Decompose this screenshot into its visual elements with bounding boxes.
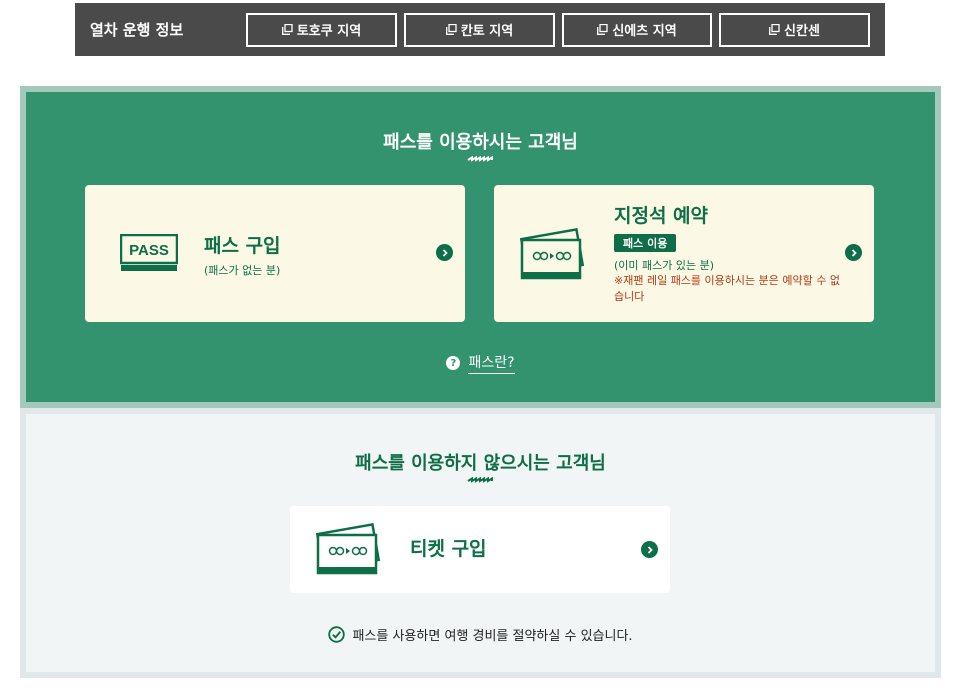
chevron-right-icon: [845, 244, 862, 261]
train-info-title: 열차 운행 정보: [90, 21, 184, 39]
question-icon: ?: [446, 356, 461, 370]
what-is-pass-link[interactable]: 패스란?: [468, 352, 515, 374]
region-button-shinkansen[interactable]: 신칸센: [719, 12, 870, 47]
buy-pass-subtitle: (패스가 없는 분): [204, 264, 281, 277]
pass-icon-text: PASS: [129, 242, 169, 259]
saving-note-text: 패스를 사용하면 여행 경비를 절약하실 수 있습니다.: [352, 629, 633, 644]
region-label: 신에츠 지역: [612, 24, 677, 39]
non-pass-section-title: 패스를 이용하지 않으시는 고객님: [355, 453, 606, 474]
external-window-icon: [281, 24, 293, 35]
region-button-kanto[interactable]: 칸토 지역: [404, 12, 555, 47]
pass-ticket-icon: PASS: [120, 234, 178, 271]
buy-pass-title: 패스 구입: [204, 235, 281, 257]
pass-section-title: 패스를 이용하시는 고객님: [383, 132, 578, 153]
external-window-icon: [597, 24, 608, 35]
external-window-icon: [769, 24, 780, 35]
wave-divider-icon: [466, 477, 493, 483]
what-is-pass: ? 패스란?: [26, 352, 935, 374]
buy-ticket-card[interactable]: 티켓 구입: [290, 506, 670, 593]
region-label: 토호쿠 지역: [296, 24, 362, 39]
wave-divider-icon: [466, 156, 493, 162]
buy-ticket-title: 티켓 구입: [410, 538, 487, 560]
pass-users-section: 패스를 이용하시는 고객님 PASS 패스 구입 (패스가 없는 분) 지정석 …: [20, 86, 941, 408]
external-window-icon: [445, 24, 457, 35]
check-circle-icon: [328, 626, 346, 643]
seat-reservation-card[interactable]: 지정석 예약 패스 이용 (이미 패스가 있는 분) ※재팬 레일 패스를 이용…: [494, 185, 874, 322]
pass-use-badge: 패스 이용: [614, 234, 677, 252]
region-label: 신칸센: [784, 24, 820, 39]
seat-reservation-subtitle: (이미 패스가 있는 분): [614, 259, 715, 272]
saving-note: 패스를 사용하면 여행 경비를 절약하실 수 있습니다.: [26, 625, 935, 644]
chevron-right-icon: [436, 244, 453, 261]
seat-reservation-title: 지정석 예약: [614, 205, 709, 227]
region-label: 칸토 지역: [460, 24, 514, 39]
region-button-tohoku[interactable]: 토호쿠 지역: [246, 12, 397, 47]
train-ticket-icon: [316, 522, 381, 575]
train-ticket-icon: [520, 227, 585, 280]
pass-users-panel: 패스를 이용하시는 고객님 PASS 패스 구입 (패스가 없는 분) 지정석 …: [26, 92, 935, 402]
region-button-shinetsu[interactable]: 신에츠 지역: [562, 12, 712, 47]
chevron-right-icon: [641, 541, 658, 558]
train-info-bar: 열차 운행 정보 토호쿠 지역 칸토 지역 신에츠 지역 신칸센: [75, 3, 885, 56]
jr-pass-warning: ※재팬 레일 패스를 이용하시는 분은 예약할 수 없습니다: [614, 274, 840, 303]
buy-pass-card[interactable]: PASS 패스 구입 (패스가 없는 분): [85, 185, 465, 322]
non-pass-users-panel: 패스를 이용하지 않으시는 고객님 티켓 구입 패스를 사용하면 여행 경비를 …: [26, 414, 935, 672]
non-pass-users-section: 패스를 이용하지 않으시는 고객님 티켓 구입 패스를 사용하면 여행 경비를 …: [20, 408, 941, 678]
